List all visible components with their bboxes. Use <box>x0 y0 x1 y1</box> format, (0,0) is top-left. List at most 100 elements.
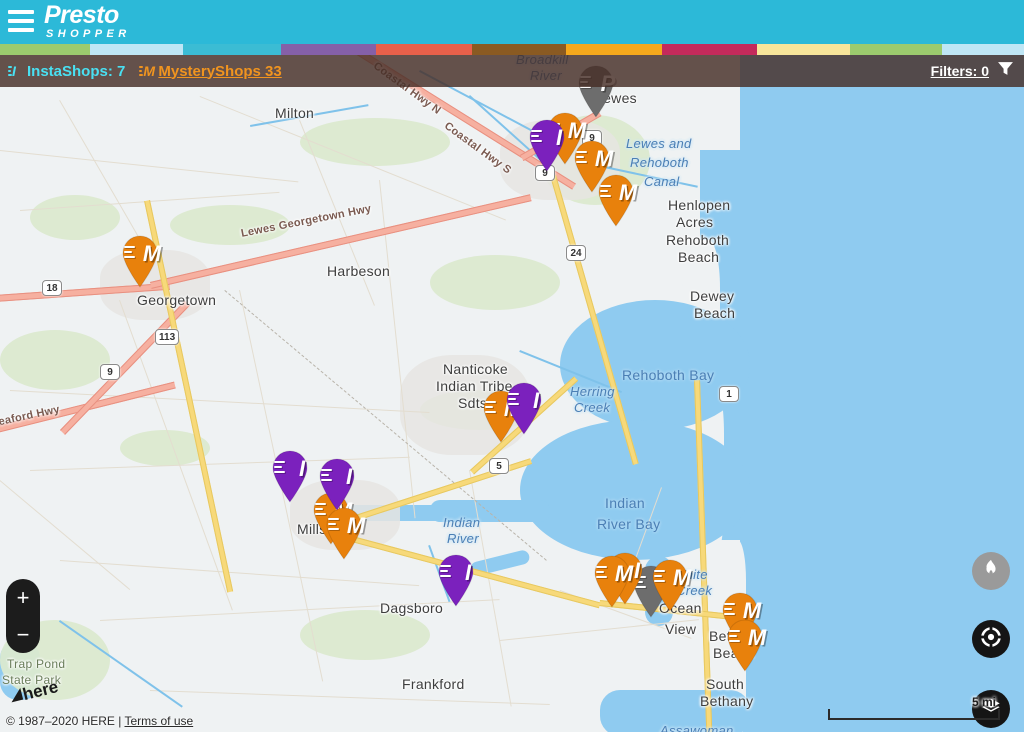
water-indian-river-bay <box>520 420 750 560</box>
map-label: Beach <box>694 305 736 321</box>
hamburger-menu-icon[interactable] <box>8 10 34 32</box>
map-label: South <box>706 676 745 692</box>
stripe-segment-10 <box>942 44 1024 55</box>
instashop-pin-icon: I <box>8 63 24 80</box>
marker-letter: M <box>672 565 692 590</box>
logo-primary: Presto <box>44 1 119 29</box>
map-label: Lewes and <box>626 136 692 151</box>
stripe-segment-3 <box>281 44 376 55</box>
map-label: Rehoboth <box>630 155 689 170</box>
highway-shield: 5 <box>489 458 509 474</box>
terms-of-use-link[interactable]: Terms of use <box>124 714 193 728</box>
green-area-6 <box>300 610 430 660</box>
map-marker-i[interactable]: I <box>504 381 544 435</box>
stripe-segment-0 <box>0 44 90 55</box>
marker-letter: I <box>555 125 563 150</box>
green-area-2 <box>0 330 110 390</box>
map-marker-m[interactable]: M <box>725 618 766 672</box>
stripe-segment-7 <box>662 44 757 55</box>
highway-shield: 1 <box>719 386 739 402</box>
map-marker-i[interactable]: I <box>527 118 567 172</box>
map-label: Indian <box>443 515 481 530</box>
map-label: Frankford <box>402 676 465 692</box>
map-canvas[interactable]: Milton Lewes Harbeson Georgetown Henlopen Acr… <box>0 0 1024 732</box>
map-marker-m[interactable]: M <box>120 234 161 288</box>
map-label: Dewey <box>690 288 735 304</box>
map-marker-i[interactable]: I <box>317 457 357 511</box>
map-label: Bethany <box>700 693 754 709</box>
map-label: Henlopen <box>668 197 731 213</box>
map-label: Beach <box>678 249 720 265</box>
marker-letter: M <box>142 241 162 266</box>
map-label: Harbeson <box>327 263 391 279</box>
highway-shield: 9 <box>100 364 120 380</box>
hamburger-bar <box>8 28 34 32</box>
map-label: Acres <box>676 214 714 230</box>
mysteryshops-counter[interactable]: M MysteryShops 33 <box>139 63 282 80</box>
marker-letter: I <box>464 560 472 585</box>
zoom-control[interactable]: + − <box>6 579 40 653</box>
funnel-icon <box>997 60 1014 82</box>
stripe-segment-5 <box>472 44 566 55</box>
filters-label: Filters: 0 <box>930 63 989 79</box>
map-label: Indian <box>605 495 645 511</box>
instashops-counter[interactable]: I InstaShops: 7 <box>8 63 125 80</box>
marker-letter: M <box>346 513 366 538</box>
flame-icon <box>980 558 1002 585</box>
filters-button[interactable]: Filters: 0 <box>931 60 1014 82</box>
map-label: Nanticoke <box>443 361 508 377</box>
copyright-text: © 1987–2020 HERE | <box>6 714 125 728</box>
map-label: River Bay <box>597 516 661 532</box>
logo-secondary: SHOPPER <box>46 28 131 40</box>
map-label: Herring <box>570 384 615 399</box>
green-area-7 <box>430 255 560 310</box>
map-label: Assawoman <box>660 723 734 732</box>
stripe-segment-6 <box>566 44 662 55</box>
marker-letter: M <box>594 146 614 171</box>
map-marker-m[interactable]: M <box>324 506 365 560</box>
scale-label: 5 mi <box>971 695 996 709</box>
mysteryshop-pin-icon: M <box>139 63 155 80</box>
app-header: Presto SHOPPER <box>0 0 1024 44</box>
map-label: Georgetown <box>137 292 217 308</box>
map-scale-bar: 5 mi <box>828 695 1000 720</box>
color-stripe-bar <box>0 44 1024 55</box>
scale-bar-line <box>828 709 1000 720</box>
highway-shield: 24 <box>566 245 586 261</box>
map-marker-i[interactable]: I <box>270 449 310 503</box>
map-label: Milton <box>275 105 315 121</box>
map-label: Trap Pond <box>7 657 66 671</box>
marker-letter: I <box>298 456 306 481</box>
map-marker-m[interactable]: M <box>596 173 637 227</box>
hamburger-bar <box>8 19 34 23</box>
svg-text:here: here <box>21 677 60 704</box>
map-label: River <box>447 531 479 546</box>
map-label: Rehoboth <box>666 232 730 248</box>
hamburger-bar <box>8 10 34 14</box>
stripe-segment-4 <box>376 44 472 55</box>
stripe-segment-9 <box>850 44 942 55</box>
marker-letter: I <box>532 388 540 413</box>
map-marker-m[interactable]: M <box>650 558 691 612</box>
heatmap-toggle-button[interactable] <box>972 552 1010 590</box>
locate-me-button[interactable] <box>972 620 1010 658</box>
map-marker-i[interactable]: I <box>436 553 476 607</box>
map-label: Creek <box>574 400 611 415</box>
map-attribution: © 1987–2020 HERE | Terms of use <box>6 714 193 728</box>
green-area-4 <box>300 118 450 166</box>
highway-shield: 113 <box>155 329 180 345</box>
map-marker-m[interactable]: M <box>592 554 633 608</box>
zoom-out-button[interactable]: − <box>6 623 40 646</box>
stripe-segment-1 <box>90 44 183 55</box>
marker-letter: M <box>747 625 767 650</box>
zoom-in-button[interactable]: + <box>6 586 40 609</box>
shop-counts-bar: I InstaShops: 7 M MysteryShops 33 Filter… <box>0 55 1024 87</box>
app-logo[interactable]: Presto SHOPPER <box>44 3 131 40</box>
marker-letter: I <box>345 464 353 489</box>
marker-letter: M <box>618 180 638 205</box>
highway-shield: 18 <box>42 280 62 296</box>
map-label: Canal <box>644 174 680 189</box>
target-locate-icon <box>978 624 1004 655</box>
green-area-1 <box>30 195 120 240</box>
stripe-segment-8 <box>757 44 850 55</box>
